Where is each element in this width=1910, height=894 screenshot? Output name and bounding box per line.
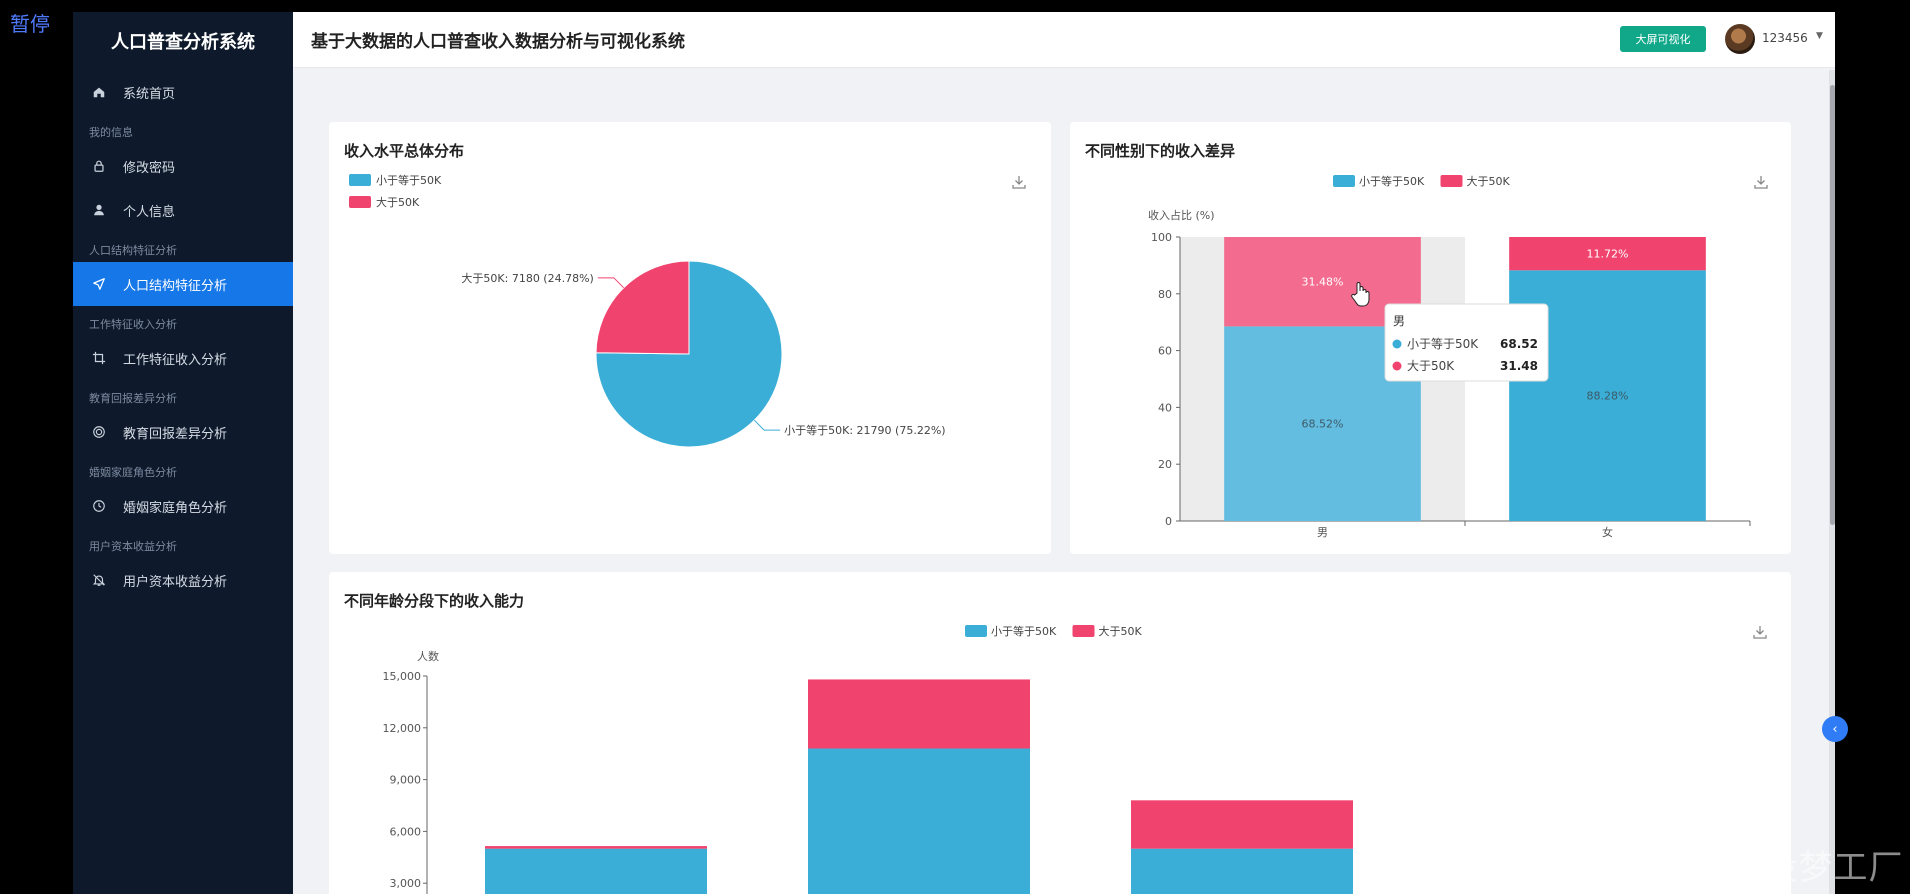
- y-tick-label: 40: [1158, 401, 1172, 414]
- bigscreen-button[interactable]: 大屏可视化: [1620, 26, 1706, 52]
- y-tick-label: 0: [1165, 515, 1172, 528]
- sidebar-item-label: 修改密码: [123, 160, 176, 176]
- legend-swatch: [349, 174, 371, 186]
- legend-swatch: [1440, 175, 1463, 187]
- pie-label-line: [597, 277, 625, 289]
- home-icon: [91, 84, 107, 100]
- pie-chart: 小于等于50K 大于50K 小于等于50K: 21790 (75.22%) 大于50K…: [349, 173, 946, 448]
- lock-icon: [91, 158, 107, 174]
- navigation-icon: [91, 276, 107, 292]
- sidebar-menu: 系统首页 我的信息 修改密码 个人信息 人口结构特征分析 人口结构特征分析 工作特征收入分析…: [73, 70, 293, 602]
- pie-label: 大于50K: 7180 (24.78%): [461, 271, 593, 285]
- screen: 暂停 人口普查分析系统 系统首页 我的信息 修改密码 个人信息 人口结构特征分析 人口结构…: [0, 0, 1910, 894]
- sidebar-item-label: 工作特征收入分析: [123, 352, 228, 368]
- y-axis-title: 收入占比 (%): [1148, 208, 1215, 222]
- clock-icon: [91, 498, 107, 514]
- y-tick-label: 20: [1158, 458, 1172, 471]
- tooltip-label: 小于等于50K: [1407, 337, 1479, 351]
- tooltip-value: 31.48: [1500, 359, 1538, 373]
- sidebar-item[interactable]: 教育回报差异分析: [73, 410, 293, 454]
- y-tick-label: 60: [1158, 345, 1172, 358]
- sidebar-section-label: 人口结构特征分析: [89, 244, 177, 257]
- main-area: 基于大数据的人口普查收入数据分析与可视化系统 大屏可视化 123456 ▼ 收入…: [293, 12, 1835, 894]
- x-tick-label: 女: [1602, 525, 1613, 539]
- sidebar-item-label: 用户资本收益分析: [123, 574, 228, 590]
- user-icon: [91, 202, 107, 218]
- sidebar-section-label: 我的信息: [89, 126, 133, 139]
- sidebar-item[interactable]: 用户资本收益分析: [73, 558, 293, 602]
- sidebar-section-label: 用户资本收益分析: [89, 540, 177, 553]
- y-tick-label: 15,000: [383, 670, 422, 683]
- avatar[interactable]: [1725, 24, 1755, 54]
- sidebar-section-label: 教育回报差异分析: [89, 392, 177, 405]
- bar-segment: [808, 748, 1030, 894]
- legend-swatch: [1072, 625, 1095, 637]
- y-tick-label: 3,000: [390, 877, 422, 890]
- sidebar-item[interactable]: 修改密码: [73, 144, 293, 188]
- chevron-down-icon[interactable]: ▼: [1816, 31, 1823, 41]
- legend-label: 小于等于50K: [376, 173, 442, 187]
- topbar: 基于大数据的人口普查收入数据分析与可视化系统 大屏可视化 123456 ▼: [293, 12, 1835, 68]
- bell-off-icon: [91, 572, 107, 588]
- data-label: 68.52%: [1302, 418, 1344, 431]
- pie-label-line: [753, 419, 781, 431]
- legend-label: 大于50K: [1467, 174, 1511, 188]
- y-tick-label: 9,000: [390, 774, 422, 787]
- scrollbar-thumb[interactable]: [1830, 85, 1835, 525]
- y-tick-label: 6,000: [390, 825, 422, 838]
- crop-icon: [91, 350, 107, 366]
- pie-slice: [595, 260, 690, 355]
- sidebar-item[interactable]: 人口结构特征分析: [73, 262, 293, 306]
- sidebar-item[interactable]: 系统首页: [73, 70, 293, 114]
- x-tick-label: 男: [1317, 526, 1328, 539]
- pause-label[interactable]: 暂停: [10, 8, 50, 37]
- pie-label: 小于等于50K: 21790 (75.22%): [784, 423, 945, 437]
- legend-swatch: [349, 196, 371, 208]
- bar-segment: [1131, 848, 1353, 894]
- data-label: 31.48%: [1302, 276, 1344, 289]
- legend-label: 大于50K: [1099, 624, 1143, 638]
- sidebar-section-label: 工作特征收入分析: [89, 318, 177, 331]
- gender-income-card: 不同性别下的收入差异 小于等于50K 大于50K 收入占比 (%) 0 20 40 60 80…: [1070, 122, 1791, 554]
- gender-bar-chart: 小于等于50K 大于50K 收入占比 (%) 0 20 40 60 80 100 68.52% 31…: [1148, 174, 1751, 539]
- y-tick-label: 100: [1151, 231, 1172, 244]
- bar-segment: [485, 848, 707, 894]
- bar-segment: [808, 679, 1030, 749]
- tooltip-label: 大于50K: [1407, 359, 1455, 373]
- sidebar-item-label: 个人信息: [123, 204, 176, 220]
- watermark: CSDN @IT毕设梦工厂: [1548, 848, 1904, 888]
- tooltip-marker: [1392, 339, 1402, 349]
- sidebar-item-label: 教育回报差异分析: [123, 426, 228, 442]
- page-title: 基于大数据的人口普查收入数据分析与可视化系统: [311, 32, 685, 52]
- y-tick-label: 12,000: [383, 722, 422, 735]
- legend-label: 小于等于50K: [1359, 174, 1425, 188]
- sidebar-item-label: 人口结构特征分析: [123, 278, 228, 294]
- tooltip-marker: [1392, 361, 1402, 371]
- sidebar-item-label: 系统首页: [123, 86, 176, 102]
- legend-label: 大于50K: [376, 195, 420, 209]
- income-distribution-card: 收入水平总体分布 小于等于50K 大于50K 小于等于50K: 21790 (75.…: [329, 122, 1051, 554]
- sidebar-item[interactable]: 个人信息: [73, 188, 293, 232]
- y-axis-title: 人数: [417, 650, 439, 663]
- y-tick-label: 80: [1158, 288, 1172, 301]
- tooltip-value: 68.52: [1500, 337, 1538, 351]
- bar-segment: [1131, 800, 1353, 849]
- data-label: 88.28%: [1587, 390, 1629, 403]
- sidebar: 人口普查分析系统 系统首页 我的信息 修改密码 个人信息 人口结构特征分析 人口结构特征分…: [73, 12, 293, 894]
- legend-swatch: [965, 625, 987, 637]
- collapse-panel-button[interactable]: ‹: [1822, 716, 1848, 742]
- sidebar-section-label: 婚姻家庭角色分析: [89, 466, 177, 479]
- target-icon: [91, 424, 107, 440]
- sidebar-item[interactable]: 婚姻家庭角色分析: [73, 484, 293, 528]
- app-brand: 人口普查分析系统: [111, 32, 255, 53]
- legend-label: 小于等于50K: [991, 624, 1057, 638]
- sidebar-item[interactable]: 工作特征收入分析: [73, 336, 293, 380]
- bar-segment: [485, 846, 707, 849]
- legend-swatch: [1333, 175, 1355, 187]
- username[interactable]: 123456: [1762, 31, 1808, 45]
- tooltip-title: 男: [1393, 314, 1405, 328]
- data-label: 11.72%: [1587, 248, 1629, 261]
- sidebar-item-label: 婚姻家庭角色分析: [123, 500, 228, 516]
